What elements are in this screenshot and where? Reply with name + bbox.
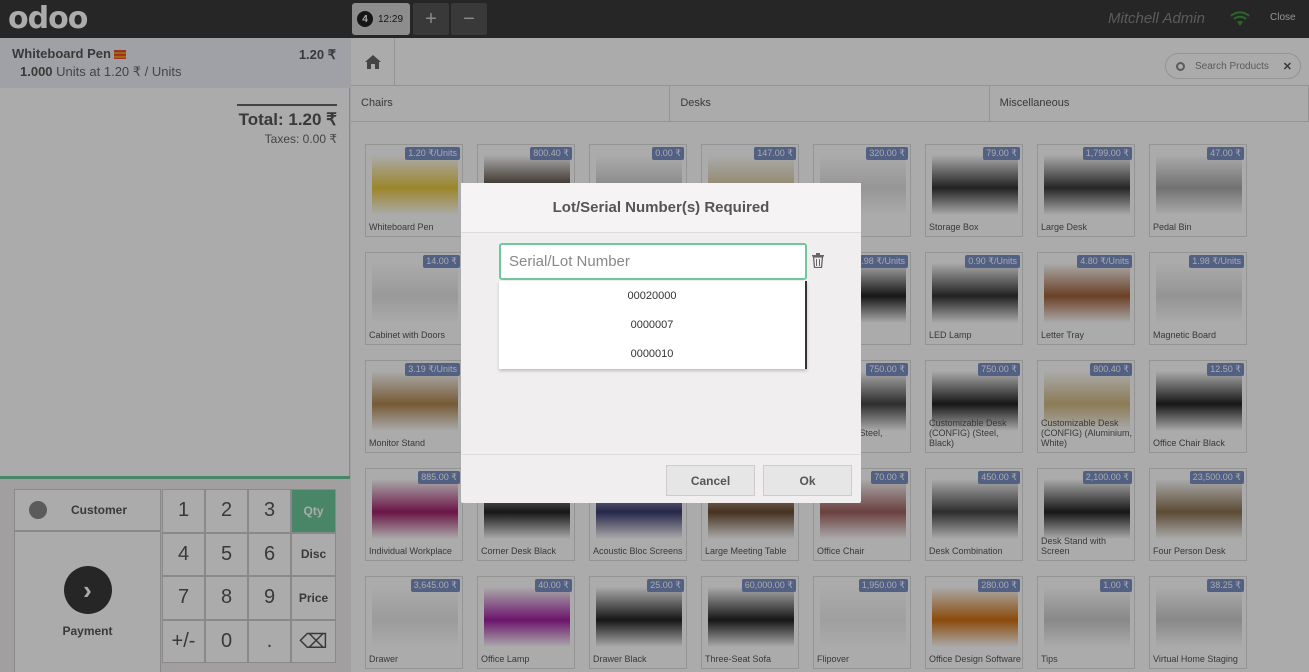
cancel-button[interactable]: Cancel <box>666 465 755 496</box>
lot-suggestion-item[interactable]: 0000007 <box>499 310 805 339</box>
trash-icon[interactable] <box>811 253 825 268</box>
lot-suggestions-dropdown: 00020000 0000007 0000010 <box>499 281 807 369</box>
lot-number-input[interactable]: Serial/Lot Number <box>499 243 807 280</box>
dialog-title: Lot/Serial Number(s) Required <box>461 183 861 233</box>
lot-serial-dialog: Lot/Serial Number(s) Required Serial/Lot… <box>461 183 861 503</box>
dialog-footer: Cancel Ok <box>461 454 861 503</box>
lot-suggestion-item[interactable]: 0000010 <box>499 339 805 368</box>
ok-button[interactable]: Ok <box>763 465 852 496</box>
lot-suggestion-item[interactable]: 00020000 <box>499 281 805 310</box>
